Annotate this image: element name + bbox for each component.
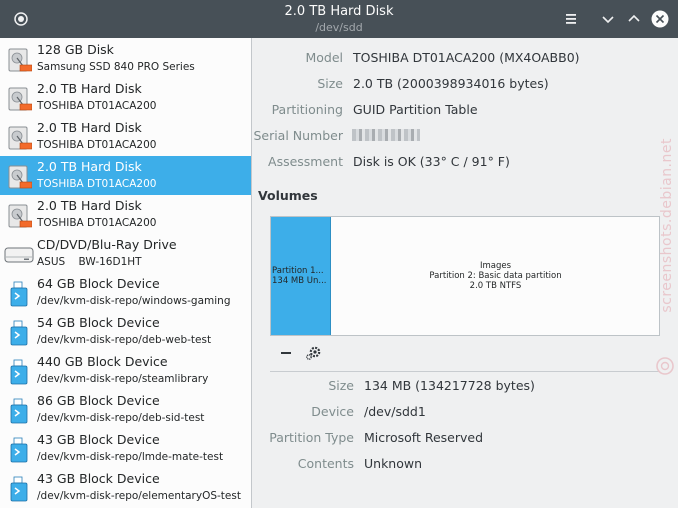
disk-name: 43 GB Block Device (37, 471, 160, 486)
disk-model: /dev/kvm-disk-repo/deb-sid-test (37, 412, 205, 424)
disk-model: TOSHIBA DT01ACA200 (37, 139, 157, 151)
block-device-icon (10, 437, 28, 463)
disk-item[interactable]: 64 GB Block Device /dev/kvm-disk-repo/wi… (0, 273, 251, 312)
disk-model: TOSHIBA DT01ACA200 (37, 178, 157, 190)
block-device-icon (10, 320, 28, 346)
disk-item[interactable]: 2.0 TB Hard Disk TOSHIBA DT01ACA200 (0, 195, 251, 234)
assessment-value: Disk is OK (33° C / 91° F) (353, 154, 510, 169)
model-label: Model (305, 50, 343, 65)
close-icon[interactable] (650, 9, 670, 29)
disk-name: 2.0 TB Hard Disk (37, 81, 142, 96)
size-label: Size (317, 76, 343, 91)
disk-item[interactable]: 2.0 TB Hard Disk TOSHIBA DT01ACA200 (0, 117, 251, 156)
hamburger-menu-icon[interactable] (561, 9, 581, 29)
partition-size-label: Size (328, 378, 354, 393)
hard-disk-icon (8, 204, 32, 228)
disk-name: 2.0 TB Hard Disk (37, 198, 142, 213)
section-divider (270, 371, 660, 372)
disk-item[interactable]: 43 GB Block Device /dev/kvm-disk-repo/el… (0, 468, 251, 507)
disk-name: 440 GB Block Device (37, 354, 168, 369)
disk-item[interactable]: 2.0 TB Hard Disk TOSHIBA DT01ACA200 (0, 78, 251, 117)
model-value: TOSHIBA DT01ACA200 (MX4OABB0) (353, 50, 580, 65)
partition-device-label: Device (311, 404, 354, 419)
disk-item[interactable]: 440 GB Block Device /dev/kvm-disk-repo/s… (0, 351, 251, 390)
partition-device-value: /dev/sdd1 (364, 404, 426, 419)
disk-list[interactable]: 128 GB Disk Samsung SSD 840 PRO Series 2… (0, 38, 252, 508)
disk-model: ASUS BW-16D1HT (37, 256, 142, 268)
partition-contents-label: Contents (297, 456, 354, 471)
watermark-text: screenshots.debian.net (659, 138, 675, 313)
minimize-icon[interactable] (598, 9, 618, 29)
disk-name: 43 GB Block Device (37, 432, 160, 447)
block-device-icon (10, 359, 28, 385)
disk-name: CD/DVD/Blu-Ray Drive (37, 237, 177, 252)
serial-number-label: Serial Number (253, 128, 343, 143)
disk-name: 54 GB Block Device (37, 315, 160, 330)
disk-name: 2.0 TB Hard Disk (37, 159, 142, 174)
disk-name: 128 GB Disk (37, 42, 114, 57)
maximize-icon[interactable] (624, 9, 644, 29)
debian-logo-icon (656, 357, 674, 375)
disk-item[interactable]: 128 GB Disk Samsung SSD 840 PRO Series (0, 39, 251, 78)
assessment-label: Assessment (268, 154, 343, 169)
disk-name: 2.0 TB Hard Disk (37, 120, 142, 135)
partitioning-label: Partitioning (271, 102, 343, 117)
hard-disk-icon (8, 48, 32, 72)
disk-model: /dev/kvm-disk-repo/elementaryOS-test (37, 490, 241, 502)
volumes-heading: Volumes (258, 188, 318, 203)
size-value: 2.0 TB (2000398934016 bytes) (353, 76, 549, 91)
partition-2-size: 2.0 TB NTFS (469, 281, 522, 291)
hard-disk-icon (8, 126, 32, 150)
disk-item[interactable]: 54 GB Block Device /dev/kvm-disk-repo/de… (0, 312, 251, 351)
partition-1-title: Partition 1... (272, 266, 324, 276)
partition-1-block[interactable]: Partition 1... 134 MB Un... (271, 217, 331, 335)
disks-window: 2.0 TB Hard Disk /dev/sdd 128 GB Disk Sa… (0, 0, 678, 508)
disk-model: /dev/kvm-disk-repo/deb-web-test (37, 334, 212, 346)
partition-type-value: Microsoft Reserved (364, 430, 484, 445)
title-bar[interactable]: 2.0 TB Hard Disk /dev/sdd (0, 0, 678, 38)
volume-graph: Partition 1... 134 MB Un... Images Parti… (270, 216, 660, 336)
partition-2-title: Partition 2: Basic data partition (429, 271, 562, 281)
disk-details: Model TOSHIBA DT01ACA200 (MX4OABB0) Size… (253, 38, 678, 508)
disk-model: /dev/kvm-disk-repo/lmde-mate-test (37, 451, 224, 463)
partition-1-size: 134 MB Un... (272, 276, 327, 286)
disk-item[interactable]: 43 GB Block Device /dev/kvm-disk-repo/lm… (0, 429, 251, 468)
partition-2-label: Images (479, 261, 512, 271)
partition-type-label: Partition Type (269, 430, 354, 445)
block-device-icon (10, 476, 28, 502)
disk-item-selected[interactable]: 2.0 TB Hard Disk TOSHIBA DT01ACA200 (0, 156, 251, 195)
hard-disk-icon (8, 87, 32, 111)
remove-partition-icon[interactable] (275, 343, 297, 363)
disk-model: TOSHIBA DT01ACA200 (37, 100, 157, 112)
gear-icon[interactable] (303, 343, 325, 363)
block-device-icon (10, 281, 28, 307)
disk-model: /dev/kvm-disk-repo/steamlibrary (37, 373, 209, 385)
disk-name: 86 GB Block Device (37, 393, 160, 408)
block-device-icon (10, 398, 28, 424)
disk-item[interactable]: 86 GB Block Device /dev/kvm-disk-repo/de… (0, 390, 251, 429)
disk-name: 64 GB Block Device (37, 276, 160, 291)
disk-item[interactable]: CD/DVD/Blu-Ray Drive ASUS BW-16D1HT (0, 234, 251, 273)
disk-model: Samsung SSD 840 PRO Series (37, 61, 195, 73)
serial-number-redacted (352, 129, 420, 141)
partition-contents-value: Unknown (364, 456, 423, 471)
disk-model: TOSHIBA DT01ACA200 (37, 217, 157, 229)
disk-model: /dev/kvm-disk-repo/windows-gaming (37, 295, 231, 307)
partition-size-value: 134 MB (134217728 bytes) (364, 378, 535, 393)
hard-disk-icon (8, 165, 32, 189)
partitioning-value: GUID Partition Table (353, 102, 478, 117)
partition-2-block[interactable]: Images Partition 2: Basic data partition… (332, 217, 659, 335)
optical-drive-icon (4, 247, 34, 263)
